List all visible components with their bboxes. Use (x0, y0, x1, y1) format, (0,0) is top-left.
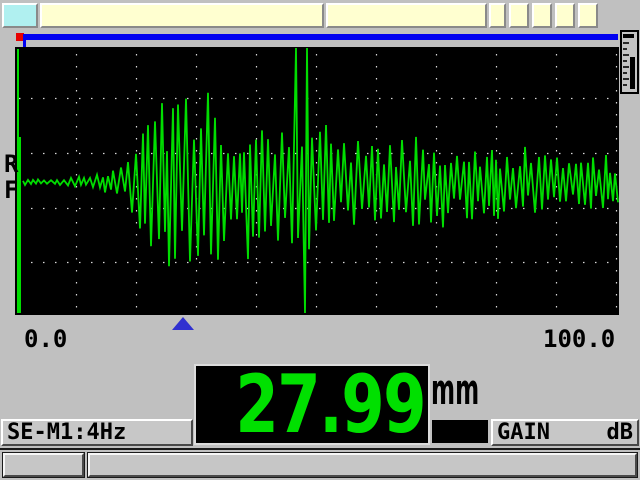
gain-units: dB (606, 421, 633, 444)
thk-text: THK: . (402, 24, 487, 28)
blank-value-box (432, 420, 488, 443)
header-slot-5 (578, 3, 598, 28)
range-bar (23, 34, 618, 40)
header-slot-3 (532, 3, 552, 28)
header-slot-1 (489, 3, 506, 28)
plot-area (15, 47, 619, 315)
measurement-panel: 27.99 (194, 364, 430, 445)
gain-label: GAIN (497, 421, 550, 444)
mode-label: SE-M1:4Hz (7, 420, 126, 445)
waveform-svg (15, 47, 619, 315)
range-bar-tick (23, 34, 26, 47)
axis-label-max: 100.0 (543, 325, 615, 353)
header-slot-2 (509, 3, 529, 28)
id-value-box[interactable]: 001 (40, 3, 324, 28)
id-value: 001 (132, 22, 175, 28)
header-slot-4 (555, 3, 575, 28)
measurement-units: mm (431, 369, 479, 411)
status-cell-right (88, 453, 637, 477)
measurement-value: 27.99 (235, 365, 428, 445)
status-cell-left (3, 453, 84, 477)
echo-marker-icon (172, 317, 194, 330)
thk-box: THK: . (326, 3, 487, 28)
header-bar: ID 001 THK: . (0, 0, 640, 31)
status-bar (0, 448, 640, 480)
id-label-box: ID (2, 3, 38, 28)
gain-box[interactable]: GAIN dB (491, 419, 639, 446)
rf-label-r: R (4, 150, 18, 178)
rf-label-f: F (4, 176, 18, 204)
axis-label-min: 0.0 (24, 325, 67, 353)
mode-box[interactable]: SE-M1:4Hz (1, 419, 193, 446)
gauge-screen: ID 001 THK: . R F 0.0 100.0 (0, 0, 640, 480)
signal-gauge-icon (620, 30, 639, 94)
